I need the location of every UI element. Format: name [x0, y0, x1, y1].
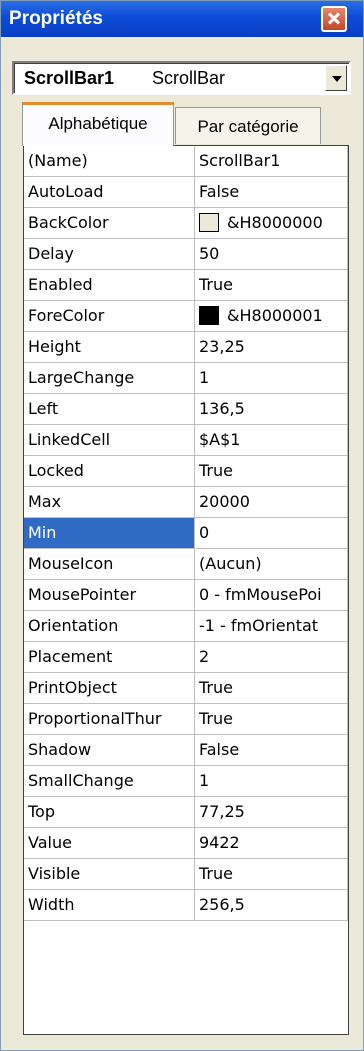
property-value[interactable]: 23,25 — [195, 332, 348, 363]
color-swatch-icon — [199, 212, 219, 232]
property-name[interactable]: Shadow — [24, 735, 195, 766]
property-row[interactable]: Height 23,25 — [24, 332, 348, 363]
property-name[interactable]: ForeColor — [24, 301, 195, 332]
property-row[interactable]: Left 136,5 — [24, 394, 348, 425]
property-name[interactable]: AutoLoad — [24, 177, 195, 208]
property-value[interactable]: &H8000001 — [195, 301, 348, 332]
property-value-text: &H8000001 — [227, 306, 323, 325]
property-value[interactable]: ScrollBar1 — [195, 146, 348, 177]
property-name[interactable]: ProportionalThur — [24, 704, 195, 735]
property-name[interactable]: Placement — [24, 642, 195, 673]
property-row[interactable]: BackColor &H8000000 — [24, 208, 348, 239]
property-row[interactable]: Orientation -1 - fmOrientat — [24, 611, 348, 642]
property-row[interactable]: MouseIcon (Aucun) — [24, 549, 348, 580]
property-row[interactable]: Enabled True — [24, 270, 348, 301]
property-name[interactable]: BackColor — [24, 208, 195, 239]
property-value[interactable]: False — [195, 735, 348, 766]
property-value[interactable]: 9422 — [195, 828, 348, 859]
property-name[interactable]: Left — [24, 394, 195, 425]
property-row[interactable]: Locked True — [24, 456, 348, 487]
property-value[interactable]: True — [195, 456, 348, 487]
property-value[interactable]: $A$1 — [195, 425, 348, 456]
property-name[interactable]: Height — [24, 332, 195, 363]
property-row[interactable]: MousePointer 0 - fmMousePoi — [24, 580, 348, 611]
tab-label: Alphabétique — [48, 114, 148, 133]
property-value[interactable]: 256,5 — [195, 890, 348, 921]
property-name[interactable]: MouseIcon — [24, 549, 195, 580]
property-row[interactable]: PrintObject True — [24, 673, 348, 704]
property-row[interactable]: Top 77,25 — [24, 797, 348, 828]
property-value[interactable]: 1 — [195, 766, 348, 797]
property-value[interactable]: 20000 — [195, 487, 348, 518]
property-name[interactable]: Top — [24, 797, 195, 828]
close-icon[interactable] — [321, 6, 347, 32]
property-value[interactable]: True — [195, 270, 348, 301]
property-row[interactable]: LargeChange 1 — [24, 363, 348, 394]
property-name[interactable]: Orientation — [24, 611, 195, 642]
property-name[interactable]: SmallChange — [24, 766, 195, 797]
property-name[interactable]: Visible — [24, 859, 195, 890]
property-row[interactable]: Delay 50 — [24, 239, 348, 270]
property-row[interactable]: Value 9422 — [24, 828, 348, 859]
tab-alphabetique[interactable]: Alphabétique — [22, 102, 174, 146]
property-name[interactable]: Value — [24, 828, 195, 859]
property-name[interactable]: Delay — [24, 239, 195, 270]
object-name: ScrollBar1 — [24, 68, 115, 88]
property-row[interactable]: ProportionalThur True — [24, 704, 348, 735]
property-name[interactable]: Locked — [24, 456, 195, 487]
property-name[interactable]: Min — [24, 518, 195, 549]
object-type: ScrollBar — [152, 68, 226, 88]
property-value[interactable]: 50 — [195, 239, 348, 270]
property-row[interactable]: Visible True — [24, 859, 348, 890]
property-value[interactable]: -1 - fmOrientat — [195, 611, 348, 642]
property-value[interactable]: 0 — [195, 518, 348, 549]
property-row[interactable]: SmallChange 1 — [24, 766, 348, 797]
tab-par-categorie[interactable]: Par catégorie — [175, 107, 321, 144]
property-row[interactable]: Min 0 — [24, 518, 348, 549]
property-value[interactable]: &H8000000 — [195, 208, 348, 239]
color-swatch-icon — [199, 305, 219, 325]
property-value[interactable]: False — [195, 177, 348, 208]
properties-window: Propriétés ScrollBar1 ScrollBar Alphabét… — [0, 0, 364, 1051]
property-value[interactable]: True — [195, 859, 348, 890]
property-row[interactable]: LinkedCell $A$1 — [24, 425, 348, 456]
object-selector-dropdown[interactable]: ScrollBar1 ScrollBar — [12, 61, 351, 95]
property-row[interactable]: Shadow False — [24, 735, 348, 766]
window-title: Propriétés — [9, 8, 103, 29]
property-name[interactable]: Width — [24, 890, 195, 921]
tab-label: Par catégorie — [197, 117, 299, 136]
property-name[interactable]: PrintObject — [24, 673, 195, 704]
property-value[interactable]: 136,5 — [195, 394, 348, 425]
title-bar[interactable]: Propriétés — [1, 1, 363, 37]
property-row[interactable]: AutoLoad False — [24, 177, 348, 208]
property-row[interactable]: Max 20000 — [24, 487, 348, 518]
property-value[interactable]: 2 — [195, 642, 348, 673]
property-name[interactable]: MousePointer — [24, 580, 195, 611]
property-row[interactable]: (Name) ScrollBar1 — [24, 146, 348, 177]
property-row[interactable]: ForeColor &H8000001 — [24, 301, 348, 332]
property-value[interactable]: True — [195, 704, 348, 735]
property-name[interactable]: LinkedCell — [24, 425, 195, 456]
property-value-text: &H8000000 — [227, 213, 323, 232]
chevron-down-icon[interactable] — [325, 65, 347, 91]
property-value[interactable]: True — [195, 673, 348, 704]
property-row[interactable]: Placement 2 — [24, 642, 348, 673]
property-name[interactable]: Max — [24, 487, 195, 518]
property-name[interactable]: LargeChange — [24, 363, 195, 394]
property-grid: (Name) ScrollBar1 AutoLoad False BackColor &H… — [23, 145, 349, 1035]
property-value[interactable]: 77,25 — [195, 797, 348, 828]
property-name[interactable]: Enabled — [24, 270, 195, 301]
property-row[interactable]: Width 256,5 — [24, 890, 348, 921]
property-value[interactable]: 0 - fmMousePoi — [195, 580, 348, 611]
property-value[interactable]: (Aucun) — [195, 549, 348, 580]
property-name[interactable]: (Name) — [24, 146, 195, 177]
property-value[interactable]: 1 — [195, 363, 348, 394]
